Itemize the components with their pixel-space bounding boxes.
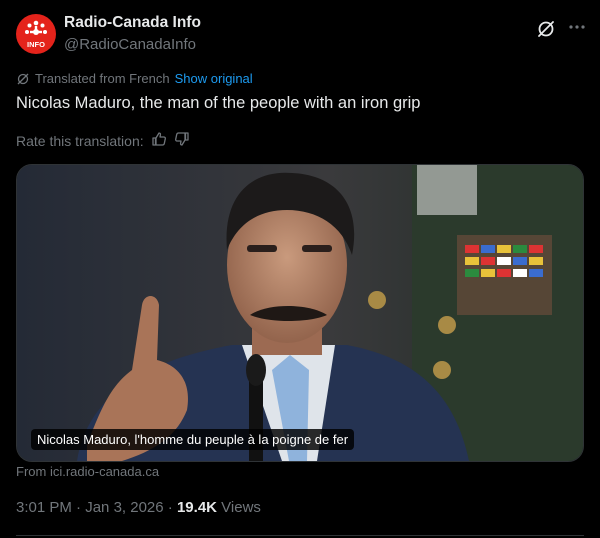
tweet-meta: 3:01 PM · Jan 3, 2026 · 19.4K Views	[16, 499, 261, 516]
tweet-time[interactable]: 3:01 PM	[16, 499, 72, 516]
media-card[interactable]: Nicolas Maduro, l'homme du peuple à la p…	[16, 164, 584, 462]
meta-separator-2: ·	[167, 499, 173, 516]
translation-notice: Translated from French Show original	[16, 71, 253, 86]
thumbs-up-icon[interactable]	[151, 131, 167, 150]
radio-canada-logo-icon: INFO	[25, 20, 47, 49]
rate-translation: Rate this translation:	[16, 131, 190, 150]
show-original-link[interactable]: Show original	[175, 71, 253, 86]
divider	[16, 535, 584, 536]
grok-icon[interactable]	[535, 18, 557, 40]
tweet-date[interactable]: Jan 3, 2026	[85, 499, 163, 516]
thumbs-down-icon[interactable]	[174, 131, 190, 150]
avatar[interactable]: INFO	[16, 14, 56, 54]
tweet-text: Nicolas Maduro, the man of the people wi…	[16, 94, 421, 112]
tweet-header: INFO Radio-Canada Info @RadioCanadaInfo	[16, 12, 585, 56]
link-source[interactable]: From ici.radio-canada.ca	[16, 464, 159, 479]
media-caption: Nicolas Maduro, l'homme du peuple à la p…	[31, 429, 355, 450]
translation-notice-text: Translated from French	[35, 71, 170, 86]
views-label: Views	[221, 499, 261, 516]
user-handle[interactable]: @RadioCanadaInfo	[64, 36, 196, 53]
meta-separator: ·	[76, 499, 82, 516]
display-name[interactable]: Radio-Canada Info	[64, 14, 201, 32]
translate-icon	[17, 73, 29, 84]
rate-translation-label: Rate this translation:	[16, 132, 144, 149]
news-photo	[17, 165, 583, 461]
views-count: 19.4K	[176, 499, 217, 516]
avatar-label: INFO	[27, 40, 45, 49]
more-options-icon[interactable]	[566, 16, 588, 38]
